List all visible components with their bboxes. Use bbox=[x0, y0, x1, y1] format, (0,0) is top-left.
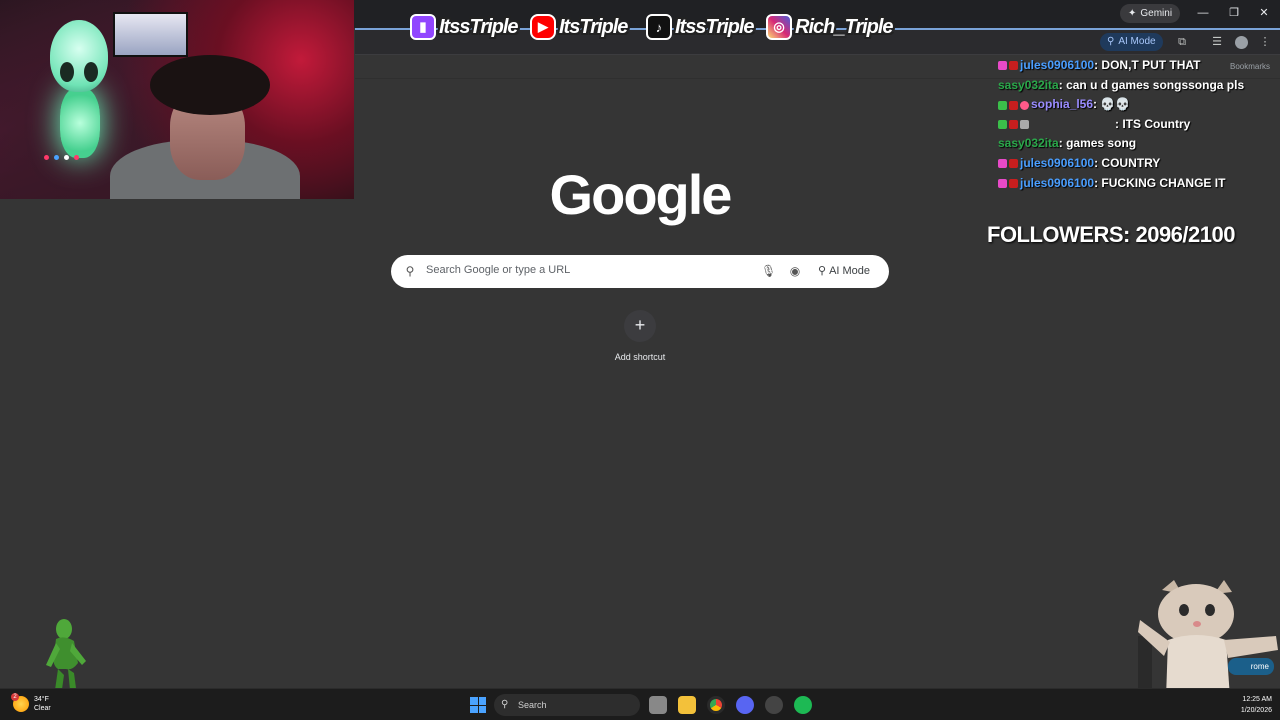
extensions-icon[interactable]: ⧉ bbox=[1175, 35, 1189, 49]
stream-screen: ✦ Gemini — ❐ ✕ ⚲ AI Mode ⧉ ☰ ⋮ Bookmarks… bbox=[0, 0, 1280, 720]
twitch-handle: ItssTriple bbox=[439, 15, 519, 38]
chrome-icon[interactable] bbox=[707, 696, 725, 714]
media-icon[interactable]: ☰ bbox=[1210, 35, 1224, 49]
chat-message: sasy032ita: can u d games songssonga pls bbox=[998, 77, 1245, 92]
vip-badge-icon bbox=[998, 100, 1007, 110]
windows-taskbar: 2 34°F Clear ⚲ Search 12:25 AM 1/20/2026 bbox=[0, 688, 1280, 720]
social-twitch: ▮ ItssTriple bbox=[410, 12, 519, 42]
spotify-icon[interactable] bbox=[794, 696, 812, 714]
weather-desc: Clear bbox=[34, 705, 51, 712]
chat-username[interactable]: sophia_l56 bbox=[1031, 97, 1093, 111]
discord-icon[interactable] bbox=[736, 696, 754, 714]
turbo-badge-icon bbox=[1009, 120, 1018, 130]
weather-widget[interactable]: 2 34°F Clear bbox=[11, 693, 51, 713]
chat-message: sophia_l56: 💀💀 bbox=[998, 95, 1270, 115]
chat-text: DON,T PUT THAT bbox=[1101, 58, 1201, 72]
turbo-badge-icon bbox=[1009, 159, 1018, 169]
clock-date: 1/20/2026 bbox=[1240, 707, 1272, 714]
chat-text: games song bbox=[1066, 136, 1137, 151]
microphone-icon[interactable]: 🎙 bbox=[761, 264, 776, 278]
weather-sun-icon: 2 bbox=[11, 693, 29, 712]
chat-message: jules0906100: DON,T PUT THAT bbox=[998, 56, 1270, 76]
sparkle-icon: ✦ bbox=[1128, 8, 1137, 19]
taskbar-search-label: Search bbox=[518, 700, 547, 710]
gem-badge-icon bbox=[998, 159, 1007, 169]
chat-text: ITS Country bbox=[1122, 116, 1191, 131]
ai-mode-icon: ⚲ bbox=[818, 265, 827, 277]
turbo-badge-icon bbox=[1009, 100, 1018, 110]
twitch-icon: ▮ bbox=[410, 14, 436, 40]
alien-lamp-body bbox=[60, 88, 100, 158]
chat-text: can u d games songssonga pls bbox=[1066, 77, 1245, 92]
background-monitor bbox=[113, 12, 188, 57]
gemini-button[interactable]: ✦ Gemini bbox=[1120, 4, 1181, 23]
google-search-box[interactable]: ⚲ Search Google or type a URL 🎙 ◉ ⚲ AI M… bbox=[391, 255, 889, 288]
social-tiktok: ♪ ItssTriple bbox=[646, 12, 755, 42]
tiktok-icon: ♪ bbox=[646, 14, 672, 40]
chat-username[interactable]: sasy032ita bbox=[998, 78, 1059, 92]
chat-message: sasy032ita: games song bbox=[998, 136, 1137, 151]
lens-icon[interactable]: ◉ bbox=[788, 264, 802, 278]
chat-message: jules0906100: COUNTRY bbox=[998, 154, 1270, 174]
profile-avatar[interactable] bbox=[1235, 36, 1248, 49]
chat-message: : ITS Country bbox=[998, 115, 1270, 135]
instagram-icon: ◎ bbox=[766, 14, 792, 40]
social-instagram: ◎ Rich_Triple bbox=[766, 12, 894, 42]
streamer-hair bbox=[150, 55, 270, 115]
turbo-badge-icon bbox=[1009, 61, 1018, 71]
chat-text: 💀💀 bbox=[1100, 97, 1131, 112]
youtube-icon: ▶ bbox=[530, 14, 556, 40]
steam-icon[interactable] bbox=[765, 696, 783, 714]
heart-badge-icon bbox=[1020, 100, 1029, 110]
search-placeholder[interactable]: Search Google or type a URL bbox=[426, 264, 570, 276]
alien-lamp-head bbox=[50, 20, 108, 92]
google-logo: Google bbox=[549, 163, 733, 226]
tiktok-handle: ItssTriple bbox=[675, 15, 755, 38]
ai-search-icon: ⚲ bbox=[1107, 36, 1115, 47]
weather-badge: 2 bbox=[11, 693, 19, 701]
menu-icon[interactable]: ⋮ bbox=[1258, 35, 1272, 49]
search-icon: ⚲ bbox=[405, 264, 415, 278]
start-button[interactable] bbox=[470, 697, 486, 713]
file-explorer-icon[interactable] bbox=[678, 696, 696, 714]
ai-mode-chip-label: AI Mode bbox=[1118, 36, 1156, 47]
instagram-handle: Rich_Triple bbox=[795, 15, 894, 38]
chat-username[interactable]: jules0906100 bbox=[1020, 176, 1094, 190]
chat-username[interactable]: jules0906100 bbox=[1020, 156, 1094, 170]
weather-temp: 34°F bbox=[34, 696, 49, 703]
stream-chat: jules0906100: DON,T PUT THAT sasy032ita:… bbox=[998, 56, 1270, 193]
add-shortcut-button[interactable]: + bbox=[624, 310, 656, 342]
file-manager-icon[interactable] bbox=[649, 696, 667, 714]
chat-username[interactable]: sasy032ita bbox=[998, 136, 1059, 150]
turbo-badge-icon bbox=[1009, 178, 1018, 188]
gem-badge-icon bbox=[998, 61, 1007, 71]
minimize-button[interactable]: — bbox=[1193, 6, 1213, 20]
gemini-label: Gemini bbox=[1140, 8, 1173, 19]
clock-time: 12:25 AM bbox=[1242, 696, 1272, 703]
search-icon: ⚲ bbox=[501, 699, 509, 710]
restore-button[interactable]: ❐ bbox=[1224, 6, 1244, 20]
chat-username[interactable]: jules0906100 bbox=[1020, 58, 1094, 72]
ai-mode-chip[interactable]: ⚲ AI Mode bbox=[1100, 33, 1163, 51]
system-clock[interactable]: 12:25 AM 1/20/2026 bbox=[1222, 694, 1272, 716]
ai-mode-button[interactable]: ⚲ AI Mode bbox=[812, 262, 876, 281]
webcam-feed bbox=[0, 0, 354, 199]
ai-mode-label: AI Mode bbox=[829, 265, 871, 277]
social-youtube: ▶ ItsTriple bbox=[530, 12, 628, 42]
chat-text: COUNTRY bbox=[1101, 155, 1161, 170]
taskbar-search[interactable]: ⚲ Search bbox=[494, 694, 640, 716]
sound-badge-icon bbox=[1020, 120, 1029, 130]
youtube-handle: ItsTriple bbox=[559, 15, 628, 38]
chat-message: jules0906100: FUCKING CHANGE IT bbox=[998, 174, 1270, 194]
add-shortcut-label[interactable]: Add shortcut bbox=[600, 352, 680, 362]
close-button[interactable]: ✕ bbox=[1254, 6, 1274, 20]
vip-badge-icon bbox=[998, 120, 1007, 130]
chat-text: FUCKING CHANGE IT bbox=[1101, 175, 1226, 190]
gem-badge-icon bbox=[998, 178, 1007, 188]
chrome-notification-chip[interactable]: rome bbox=[1228, 658, 1274, 675]
follower-goal: FOLLOWERS: 2096/2100 bbox=[987, 222, 1235, 247]
